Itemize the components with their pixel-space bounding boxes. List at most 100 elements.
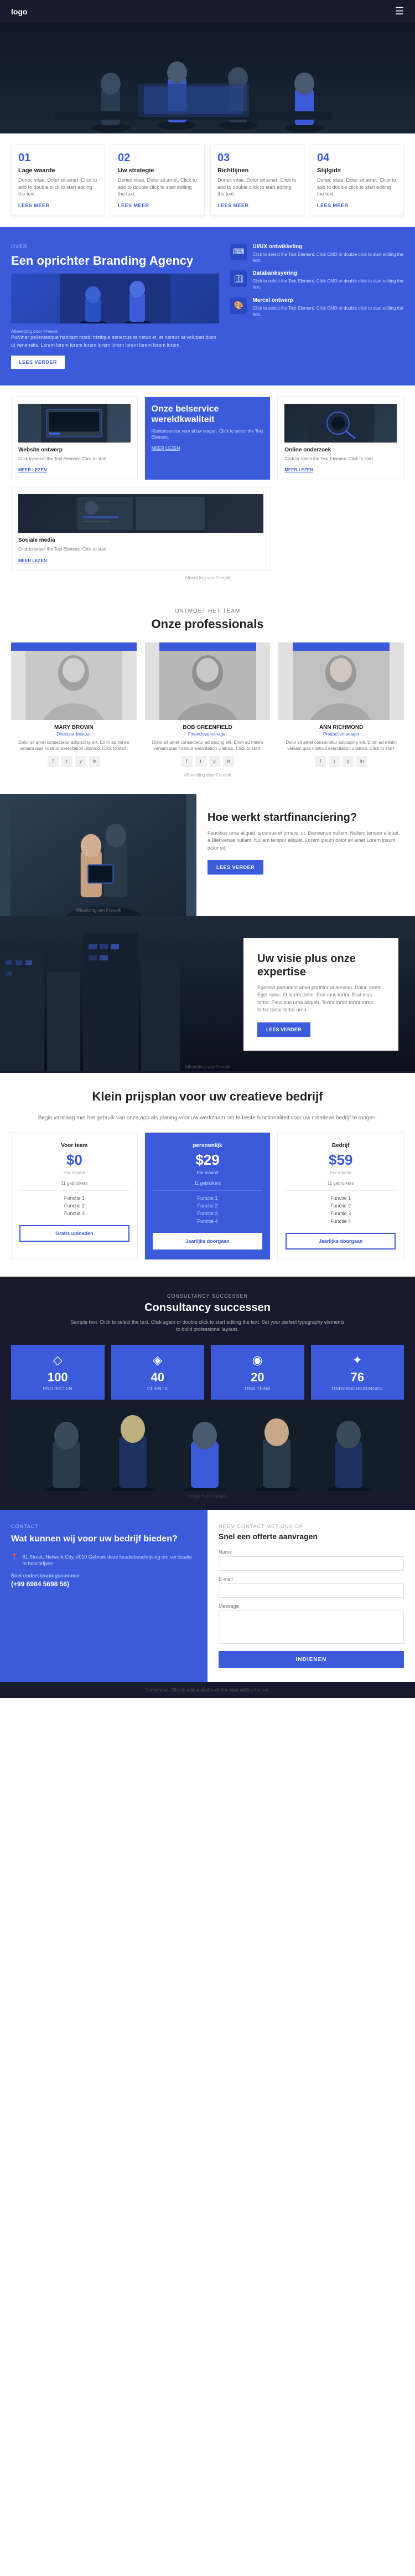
pricing-plan-1-button[interactable]: Gratis uploaden <box>19 1225 129 1242</box>
facebook-icon-3[interactable]: f <box>315 756 326 767</box>
contact-right: Neem contact met ons op Snel een offerte… <box>208 1510 415 1682</box>
twitter-icon-2[interactable]: t <box>195 756 206 767</box>
facebook-icon[interactable]: f <box>48 756 59 767</box>
team-section-label: Ontmoet het team <box>11 608 404 614</box>
funding-content: Hoe werkt startfinanciering? Faucibus ur… <box>196 794 415 916</box>
youtube-icon-3[interactable]: y <box>343 756 354 767</box>
twitter-icon-3[interactable]: t <box>329 756 340 767</box>
stats-background-image <box>11 1408 404 1491</box>
pricing-plan-3-price: $59 <box>286 1151 396 1169</box>
about-label: OVER <box>11 244 219 249</box>
team-member-1-role: Directeur-bestuur <box>11 732 137 737</box>
stat-clients: ◈ 40 CLIENTS <box>111 1345 205 1400</box>
funding-description: Faucibus urna aliquet. a cursus et ornar… <box>208 830 404 852</box>
header: logo ☰ <box>0 0 415 23</box>
pricing-grid: Voor team $0 Per maand 11 gebruikers Fun… <box>11 1132 404 1260</box>
team-image-credit: Afbeelding door Freepik <box>11 773 404 778</box>
pricing-plan-1-price: $0 <box>19 1151 129 1169</box>
service-website-link[interactable]: MEER LEZEN <box>18 467 47 472</box>
services-section: Website ontwerp Click to select the Text… <box>0 385 415 591</box>
form-message-input[interactable] <box>219 1611 404 1644</box>
pricing-plan-3: Bedrijf $59 Per maand 11 gebruikers Func… <box>277 1132 404 1260</box>
twitter-icon[interactable]: t <box>61 756 72 767</box>
pricing-plan-1-period: Per maand <box>19 1170 129 1175</box>
team-grid: MARY BROWN Directeur-bestuur Dolor sit a… <box>11 642 404 767</box>
about-feature-3: 🎨 Mercel ontwerp Click to select the Tex… <box>230 297 404 317</box>
facebook-icon-2[interactable]: f <box>181 756 193 767</box>
funding-section: Afbeelding van Freepik Hoe werkt startfi… <box>0 794 415 916</box>
linkedin-icon-2[interactable]: in <box>223 756 234 767</box>
pricing-title: Klein prijsplan voor uw creatieve bedrij… <box>11 1089 404 1104</box>
pricing-plan-3-users: 11 gebruikers <box>286 1181 396 1186</box>
awards-icon: ✦ <box>319 1353 396 1367</box>
about-button[interactable]: LEES VERDER <box>11 356 65 369</box>
pricing-plan-1-feature-1: Functie 1 <box>19 1195 129 1201</box>
youtube-icon[interactable]: y <box>75 756 86 767</box>
team-member-3-desc: Dolor sit amet consectetur adipiscing el… <box>278 739 404 752</box>
about-feature-1-content: UI/UX ontwikkeling Click to select the T… <box>252 244 404 264</box>
form-name-group: Name <box>219 1549 404 1571</box>
form-name-input[interactable] <box>219 1556 404 1571</box>
linkedin-icon[interactable]: in <box>89 756 100 767</box>
stats-section-label: Consultancy successen <box>11 1293 404 1299</box>
contact-address-item: 📍 61 Street, Network City, #010 Gebruik … <box>11 1554 196 1567</box>
pricing-plan-2-feature-1: Functie 1 <box>153 1195 263 1201</box>
team-section-title: Onze professionals <box>11 617 404 631</box>
about-feature-2-content: Databanksyering Click to select the Text… <box>252 270 404 290</box>
step-1: 01 Lage waarde Donec vitae. Dolor sit am… <box>11 145 105 216</box>
stat-clients-label: CLIENTS <box>120 1386 196 1391</box>
service-featured-link[interactable]: MEER LEZEN <box>152 446 180 451</box>
pricing-plan-2-button[interactable]: Jaarlijks doorgaan <box>153 1233 263 1250</box>
design-icon: 🎨 <box>230 297 247 314</box>
step-3-title: Richtlijnen <box>217 167 297 174</box>
step-3-link[interactable]: LEES MEER <box>217 203 249 208</box>
step-3-number: 03 <box>217 152 297 164</box>
contact-left: CONTACT Wat kunnen wij voor uw bedrijf b… <box>0 1510 208 1682</box>
step-1-link[interactable]: LEES MEER <box>18 203 50 208</box>
step-3: 03 Richtlijnen Donec vitae. Dolor sit am… <box>210 145 304 216</box>
stat-awards: ✦ 76 ONDERSCHEIDINGEN <box>311 1345 404 1400</box>
service-social-title: Sociale media <box>18 537 263 543</box>
contact-form-label: Neem contact met ons op <box>219 1524 404 1529</box>
team-member-3: ANN RICHMOND Productiemanager Dolor sit … <box>278 642 404 767</box>
stats-image-credit: Image from Freepik <box>11 1494 404 1499</box>
service-research-link[interactable]: MEER LEZEN <box>284 467 313 472</box>
pricing-plan-3-feature-3: Functie 3 <box>286 1211 396 1216</box>
service-website-desc: Click to select the Text Element. Click … <box>18 456 131 462</box>
vision-description: Egestas parturient amet porttitor ut aen… <box>257 984 385 1014</box>
team-member-1-desc: Dolor sit amet consectetur adipiscing el… <box>11 739 137 752</box>
form-message-label: Message <box>219 1603 404 1609</box>
step-4-number: 04 <box>317 152 397 164</box>
funding-button[interactable]: LEES VERDER <box>208 860 263 875</box>
team-member-1-photo <box>11 642 137 720</box>
funding-title: Hoe werkt startfinanciering? <box>208 811 404 824</box>
pricing-plan-2-users: 11 gebruikers <box>153 1181 263 1186</box>
pricing-plan-2-feature-4: Functie 4 <box>153 1218 263 1224</box>
funding-image-credit: Afbeelding van Freepik <box>76 906 121 913</box>
stats-grid: ◇ 100 PROJECTEN ◈ 40 CLIENTS ◉ 20 ONS TE… <box>11 1345 404 1400</box>
team-member-3-socials: f t y in <box>278 756 404 767</box>
vision-title: Uw visie plus onze expertise <box>257 952 385 979</box>
service-social-link[interactable]: MEER LEZEN <box>18 558 47 563</box>
form-email-input[interactable] <box>219 1583 404 1598</box>
menu-icon[interactable]: ☰ <box>395 6 404 17</box>
pricing-plan-2-period: Per maand <box>153 1170 263 1175</box>
vision-box: Uw visie plus onze expertise Egestas par… <box>243 938 398 1051</box>
stat-projects: ◇ 100 PROJECTEN <box>11 1345 105 1400</box>
service-featured: Onze belservice wereldkwaliteit Klantens… <box>144 397 271 480</box>
form-submit-button[interactable]: INDIENEN <box>219 1651 404 1668</box>
footer: Donec vitae. Click to add or double clic… <box>0 1682 415 1698</box>
team-member-1-socials: f t y in <box>11 756 137 767</box>
form-email-group: E-mail <box>219 1576 404 1598</box>
pricing-plan-3-button[interactable]: Jaarlijks doorgaan <box>286 1233 396 1250</box>
pricing-plan-3-name: Bedrijf <box>286 1143 396 1149</box>
linkedin-icon-3[interactable]: in <box>356 756 367 767</box>
youtube-icon-2[interactable]: y <box>209 756 220 767</box>
step-2-link[interactable]: LEES MEER <box>118 203 149 208</box>
stat-team: ◉ 20 ONS TEAM <box>211 1345 304 1400</box>
pricing-section: Klein prijsplan voor uw creatieve bedrij… <box>0 1073 415 1277</box>
vision-button[interactable]: LEES VERDER <box>257 1022 310 1037</box>
about-feature-2-title: Databanksyering <box>252 270 404 276</box>
service-website: Website ontwerp Click to select the Text… <box>11 397 138 480</box>
step-4-link[interactable]: LEES MEER <box>317 203 349 208</box>
